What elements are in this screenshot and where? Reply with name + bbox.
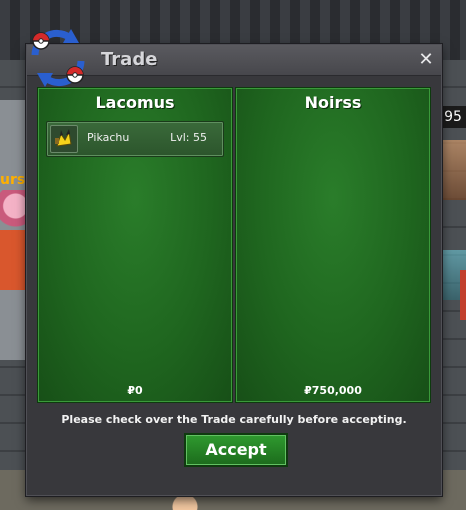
player-sprite-bottom[interactable] [150,494,220,510]
trade-swap-icon [31,29,85,87]
trade-item-level: Lvl: 55 [170,131,207,144]
trade-notice: Please check over the Trade carefully be… [61,413,407,426]
left-player-name: Lacomus [95,93,175,112]
nurse-npc-sprite[interactable] [0,190,26,230]
trade-item-name: Pikachu [87,131,130,144]
trade-item-row[interactable]: Pikachu Lvl: 55 [46,121,224,157]
accept-button[interactable]: Accept [184,433,288,467]
trade-window: Trade ✕ Lacomus Pikachu Lvl: 55 ₽0 Noirs… [26,29,442,496]
trade-window-title: Trade [101,49,158,70]
background-right-object [460,270,466,320]
trade-panels: Lacomus Pikachu Lvl: 55 ₽0 Noirss ₽750,0… [37,87,431,403]
left-player-money: ₽0 [127,384,143,397]
left-trade-panel: Lacomus Pikachu Lvl: 55 ₽0 [37,87,233,403]
right-player-money: ₽750,000 [304,384,362,397]
pikachu-sprite-icon [50,125,78,153]
right-trade-panel: Noirss ₽750,000 [235,87,431,403]
close-icon[interactable]: ✕ [415,49,437,71]
right-player-name: Noirss [304,93,362,112]
player-level-tag: 95 [440,106,466,128]
background-left-counter [0,230,28,290]
player-sprite-right[interactable] [440,140,466,200]
